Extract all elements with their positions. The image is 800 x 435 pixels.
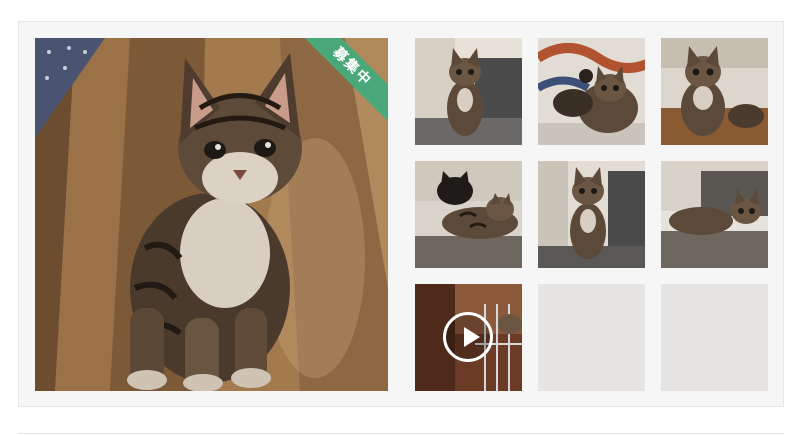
play-icon[interactable] bbox=[443, 312, 493, 362]
thumbnail-5[interactable] bbox=[538, 161, 645, 268]
thumbnail-3[interactable] bbox=[661, 38, 768, 145]
kitten-on-scratcher-image bbox=[661, 38, 768, 145]
thumbnail-empty-1 bbox=[538, 284, 645, 391]
main-photo[interactable]: 募集中 bbox=[35, 38, 388, 391]
kitten-photo-image bbox=[35, 38, 388, 391]
kitten-sitting-image bbox=[538, 161, 645, 268]
thumbnail-4[interactable] bbox=[415, 161, 522, 268]
pet-photo-card: 募集中 bbox=[18, 21, 784, 407]
photo-thumbnail-grid bbox=[415, 38, 769, 392]
thumbnail-1[interactable] bbox=[415, 38, 522, 145]
section-divider bbox=[18, 433, 784, 434]
kittens-on-blanket-image bbox=[538, 38, 645, 145]
thumbnail-empty-2 bbox=[661, 284, 768, 391]
kitten-on-couch-image bbox=[415, 38, 522, 145]
thumbnail-video[interactable] bbox=[415, 284, 522, 391]
kittens-sleeping-image bbox=[415, 161, 522, 268]
thumbnail-2[interactable] bbox=[538, 38, 645, 145]
kittens-lying-image bbox=[661, 161, 768, 268]
thumbnail-6[interactable] bbox=[661, 161, 768, 268]
